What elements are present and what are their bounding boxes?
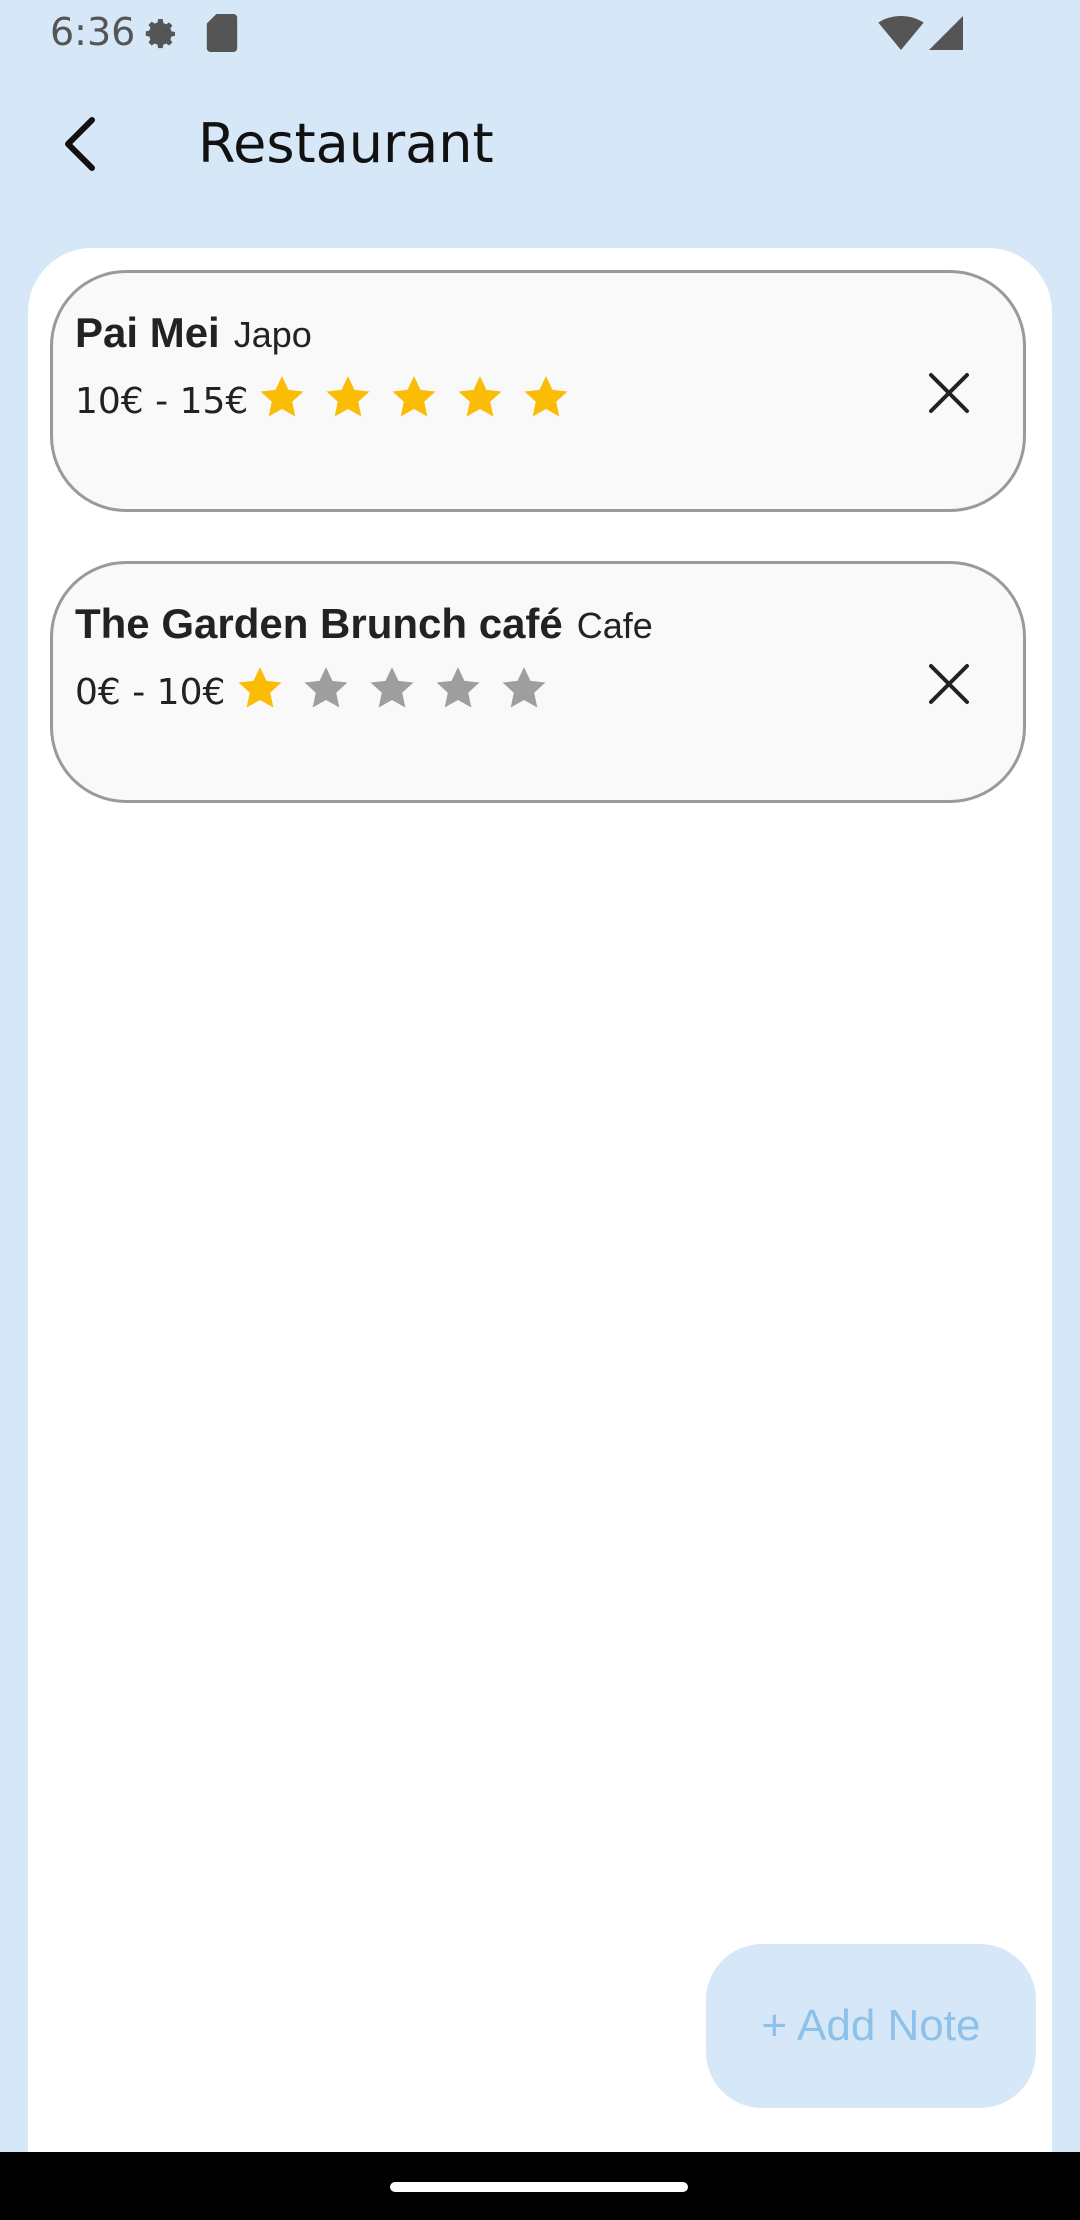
settings-gear-icon	[140, 14, 180, 59]
restaurant-name-text: Pai Mei	[75, 309, 220, 356]
close-icon	[929, 664, 969, 704]
page-title: Restaurant	[198, 112, 494, 175]
star-empty-icon	[370, 667, 414, 708]
restaurant-type: Japo	[233, 314, 312, 355]
star-filled-icon	[392, 376, 436, 417]
restaurant-card[interactable]: The Garden Brunch café Cafe 0€ - 10€	[50, 561, 1026, 803]
sd-card-icon	[206, 14, 238, 57]
close-icon	[929, 373, 969, 413]
restaurant-name: The Garden Brunch café Cafe	[75, 600, 653, 648]
restaurant-name: Pai Mei Japo	[75, 309, 312, 357]
star-filled-icon	[458, 376, 502, 417]
restaurant-name-text: The Garden Brunch café	[75, 600, 563, 647]
rating-stars	[257, 373, 571, 423]
star-filled-icon	[326, 376, 370, 417]
star-empty-icon	[502, 667, 546, 708]
remove-button[interactable]	[919, 363, 979, 423]
back-button[interactable]	[40, 104, 120, 184]
app-bar: Restaurant	[0, 90, 1080, 200]
cell-signal-icon	[928, 16, 964, 55]
status-time: 6:36	[50, 10, 136, 54]
home-indicator[interactable]	[390, 2182, 688, 2192]
star-filled-icon	[238, 667, 282, 708]
navigation-bar	[0, 2152, 1080, 2220]
remove-button[interactable]	[919, 654, 979, 714]
status-bar: 6:36	[0, 0, 1080, 66]
star-empty-icon	[304, 667, 348, 708]
arrow-back-icon	[65, 117, 95, 171]
restaurant-price: 10€ - 15€	[75, 381, 249, 422]
restaurant-type: Cafe	[576, 605, 653, 646]
restaurant-price: 0€ - 10€	[75, 672, 226, 713]
star-filled-icon	[260, 376, 304, 417]
star-empty-icon	[436, 667, 480, 708]
rating-stars	[235, 664, 549, 714]
add-note-button[interactable]: + Add Note	[706, 1944, 1036, 2108]
star-filled-icon	[524, 376, 568, 417]
wifi-icon	[878, 16, 924, 55]
content-panel: Pai Mei Japo 10€ - 15€ The Garden Brunch …	[28, 248, 1052, 2172]
restaurant-card[interactable]: Pai Mei Japo 10€ - 15€	[50, 270, 1026, 512]
